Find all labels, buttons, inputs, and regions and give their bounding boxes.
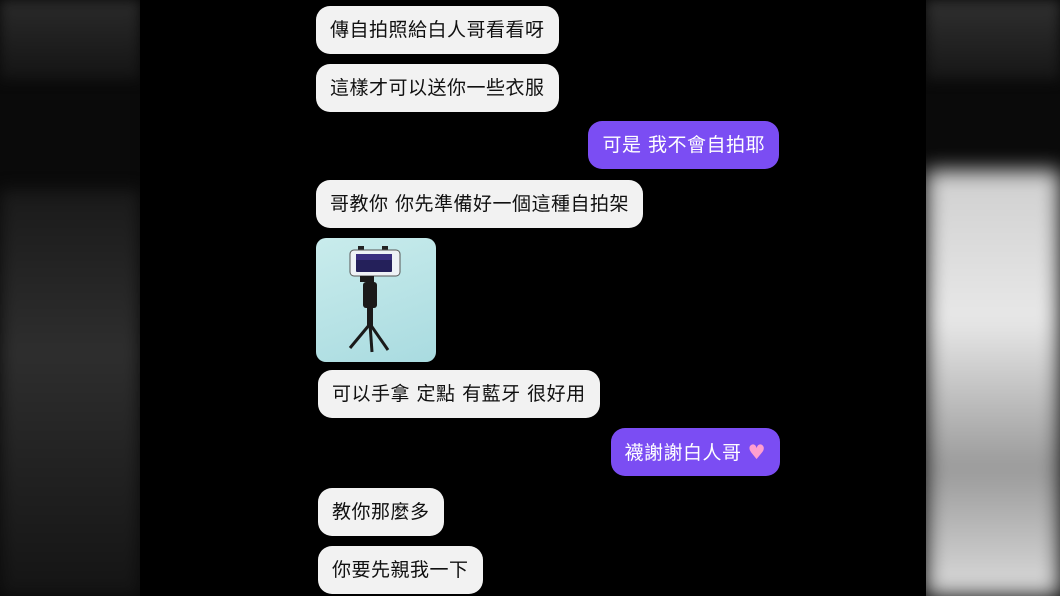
message-bubble-incoming: 可以手拿 定點 有藍牙 很好用 — [318, 370, 600, 418]
message-bubble-incoming: 傳自拍照給白人哥看看呀 — [316, 6, 559, 54]
heart-emoji-icon: ♥ — [747, 440, 766, 464]
message-text: 哥教你 你先準備好一個這種自拍架 — [330, 193, 630, 215]
message-text: 傳自拍照給白人哥看看呀 — [330, 19, 545, 41]
message-text: 這樣才可以送你一些衣服 — [330, 77, 545, 99]
message-bubble-incoming: 這樣才可以送你一些衣服 — [316, 64, 559, 112]
blurred-background-right — [926, 0, 1060, 596]
message-bubble-incoming: 教你那麼多 — [318, 488, 444, 536]
message-text: 可是 我不會自拍耶 — [602, 134, 765, 156]
screenshot-stage: 傳自拍照給白人哥看看呀 這樣才可以送你一些衣服 可是 我不會自拍耶 哥教你 你先… — [0, 0, 1060, 596]
message-bubble-incoming: 你要先親我一下 — [318, 546, 483, 594]
message-text: 你要先親我一下 — [332, 559, 469, 581]
message-bubble-outgoing: 襪謝謝白人哥 ♥ — [610, 428, 780, 476]
blurred-background-left — [0, 0, 140, 596]
black-border-left — [140, 0, 290, 596]
black-border-right — [796, 0, 926, 596]
chat-conversation: 傳自拍照給白人哥看看呀 這樣才可以送你一些衣服 可是 我不會自拍耶 哥教你 你先… — [290, 0, 796, 596]
message-bubble-incoming: 哥教你 你先準備好一個這種自拍架 — [316, 180, 644, 228]
message-text: 可以手拿 定點 有藍牙 很好用 — [332, 383, 586, 405]
selfie-stick-tripod-icon — [348, 246, 401, 353]
message-bubble-outgoing: 可是 我不會自拍耶 — [588, 121, 779, 169]
message-text: 教你那麼多 — [332, 501, 430, 523]
message-text: 襪謝謝白人哥 — [624, 442, 742, 464]
selfie-stick-photo[interactable] — [316, 238, 436, 362]
